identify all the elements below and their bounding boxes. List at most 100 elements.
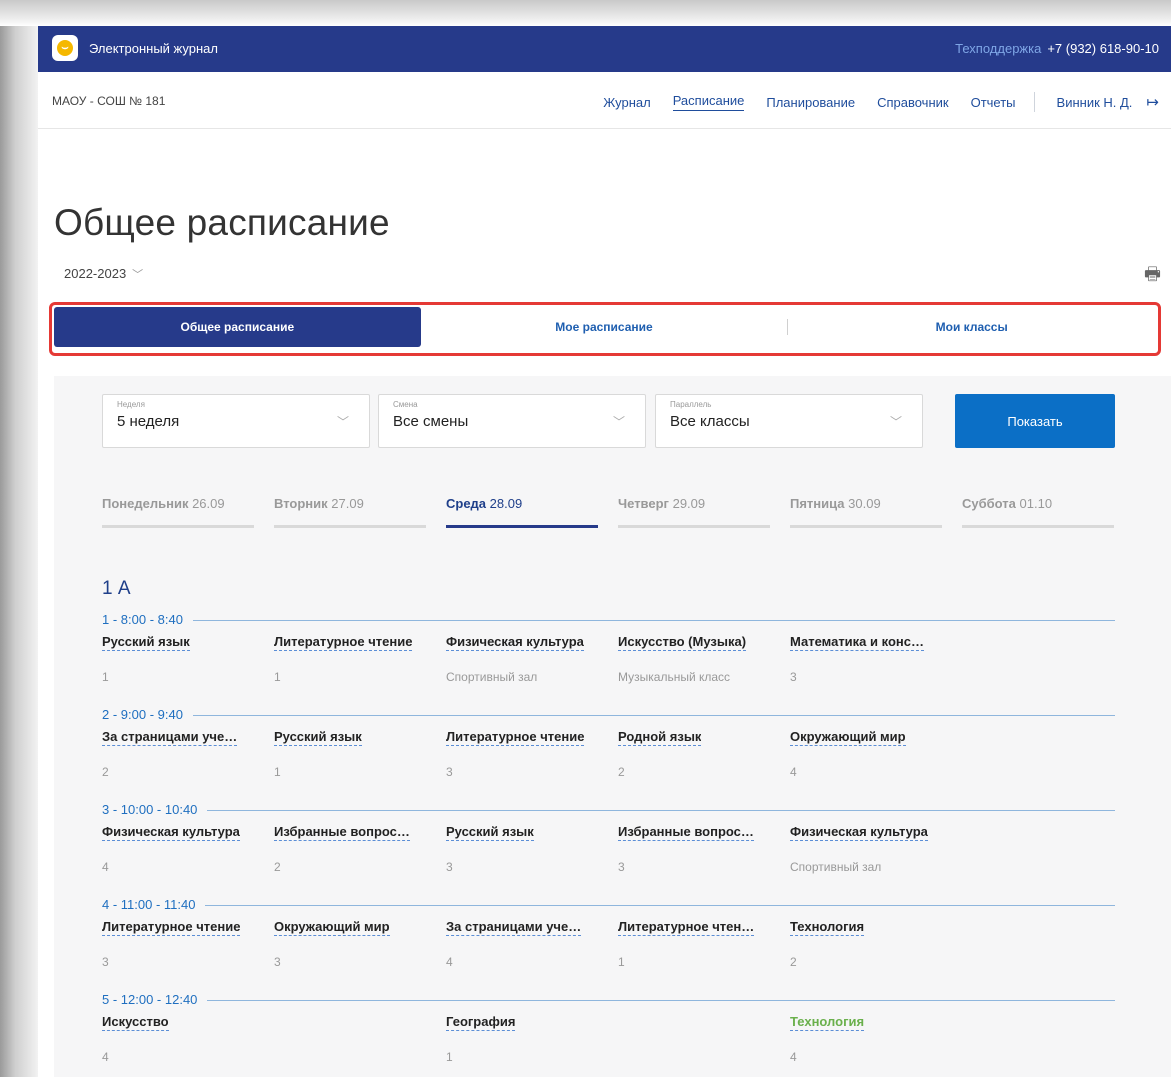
lesson-time: 5 - 12:00 - 12:40 — [102, 992, 208, 1007]
nav-link-schedule[interactable]: Расписание — [672, 93, 745, 111]
nav-link-journal[interactable]: Журнал — [603, 95, 650, 110]
room-label: 4 — [446, 955, 453, 969]
subject-link[interactable]: Технология — [790, 919, 865, 936]
app-logo[interactable]: ⌣ — [52, 35, 78, 61]
print-icon[interactable]: 🖶 — [1144, 262, 1161, 292]
lessons-list: 1 - 8:00 - 8:40 Русский язык 1 Литературное… — [102, 612, 1115, 1077]
day-tab[interactable]: Среда 28.09 — [446, 496, 598, 528]
lesson-row: 1 - 8:00 - 8:40 Русский язык 1 Литературное… — [102, 612, 1115, 707]
subject-link[interactable]: География — [446, 1014, 516, 1031]
room-label: 1 — [274, 765, 281, 779]
subject-link[interactable]: Избранные вопрос… — [274, 824, 410, 841]
parallel-select-label: Параллель — [670, 400, 712, 409]
nav-link-planning[interactable]: Планирование — [766, 95, 855, 110]
subject-link[interactable]: Русский язык — [446, 824, 534, 841]
lesson-time: 1 - 8:00 - 8:40 — [102, 612, 193, 627]
schedule-panel: Неделя 5 неделя ﹀ Смена Все смены ﹀ Пара… — [54, 376, 1171, 1077]
lesson-cell: Искусство 4 — [102, 1014, 274, 1064]
day-tab[interactable]: Пятница 30.09 — [790, 496, 942, 528]
room-label: 4 — [790, 765, 797, 779]
subject-link[interactable]: Окружающий мир — [790, 729, 906, 746]
show-button[interactable]: Показать — [955, 394, 1115, 448]
day-date: 30.09 — [848, 496, 881, 511]
lesson-cell: Родной язык 2 — [618, 729, 790, 779]
subject-link[interactable]: Физическая культура — [790, 824, 928, 841]
room-label: Спортивный зал — [446, 670, 538, 684]
week-select-value: 5 неделя — [117, 413, 180, 430]
subject-link[interactable]: Математика и конс… — [790, 634, 924, 651]
room-label: 1 — [618, 955, 625, 969]
window-shadow-left — [0, 0, 38, 1077]
year-select[interactable]: 2022-2023 ﹀ — [64, 266, 143, 282]
nav-divider — [1033, 92, 1035, 112]
lesson-divider — [102, 905, 1115, 906]
room-label: 3 — [790, 670, 797, 684]
subject-link[interactable]: Технология — [790, 1014, 865, 1031]
day-name: Понедельник — [102, 496, 189, 511]
chevron-down-icon: ﹀ — [612, 415, 625, 429]
lesson-cell: За страницами уче… 2 — [102, 729, 274, 779]
lesson-time-range: - 9:00 - 9:40 — [109, 707, 183, 722]
lesson-cell — [618, 1014, 790, 1064]
room-label: 1 — [274, 670, 281, 684]
subject-link[interactable]: Литературное чтение — [274, 634, 413, 651]
lesson-cell: Технология 4 — [790, 1014, 962, 1064]
parallel-select[interactable]: Параллель Все классы ﹀ — [655, 394, 923, 448]
lesson-cell: Физическая культура Спортивный зал — [446, 634, 618, 684]
logout-icon[interactable]: ↦ — [1146, 93, 1159, 111]
room-label: 3 — [274, 955, 281, 969]
lesson-cells: За страницами уче… 2 Русский язык 1 Литерату… — [102, 729, 962, 779]
day-name: Вторник — [274, 496, 328, 511]
lesson-time: 4 - 11:00 - 11:40 — [102, 897, 206, 912]
nav-link-directory[interactable]: Справочник — [877, 95, 949, 110]
day-tab[interactable]: Понедельник 26.09 — [102, 496, 254, 528]
subject-link[interactable]: Искусство — [102, 1014, 169, 1031]
support-link[interactable]: Техподдержка — [955, 41, 1041, 56]
lesson-time: 2 - 9:00 - 9:40 — [102, 707, 193, 722]
nav-bar: МАОУ - СОШ № 181 Журнал Расписание Плани… — [38, 72, 1171, 129]
tab-my-classes[interactable]: Мои классы — [788, 307, 1155, 347]
day-date: 28.09 — [489, 496, 523, 511]
lesson-cell: Русский язык 1 — [102, 634, 274, 684]
lesson-time-range: - 10:00 - 10:40 — [109, 802, 198, 817]
day-tab[interactable]: Четверг 29.09 — [618, 496, 770, 528]
day-tab[interactable]: Суббота 01.10 — [962, 496, 1114, 528]
shift-select-value: Все смены — [393, 413, 469, 430]
parallel-select-value: Все классы — [670, 413, 750, 430]
room-label: 2 — [102, 765, 109, 779]
lesson-cell — [274, 1014, 446, 1064]
nav-link-reports[interactable]: Отчеты — [971, 95, 1016, 110]
tab-my-schedule[interactable]: Мое расписание — [421, 307, 788, 347]
week-select-label: Неделя — [117, 400, 145, 409]
subject-link[interactable]: Окружающий мир — [274, 919, 390, 936]
main-nav: Журнал Расписание Планирование Справочни… — [581, 92, 1159, 112]
lesson-cell: Избранные вопрос… 3 — [618, 824, 790, 874]
shift-select-label: Смена — [393, 400, 418, 409]
day-tab[interactable]: Вторник 27.09 — [274, 496, 426, 528]
subject-link[interactable]: Русский язык — [102, 634, 190, 651]
lesson-time-range: - 11:00 - 11:40 — [109, 897, 196, 912]
subject-link[interactable]: Физическая культура — [446, 634, 584, 651]
user-name-link[interactable]: Винник Н. Д. — [1057, 95, 1133, 110]
subject-link[interactable]: Русский язык — [274, 729, 362, 746]
chevron-down-icon: ﹀ — [132, 269, 144, 281]
tab-general-schedule[interactable]: Общее расписание — [54, 307, 421, 347]
subject-link[interactable]: Родной язык — [618, 729, 702, 746]
subject-link[interactable]: Литературное чтение — [102, 919, 241, 936]
subject-link[interactable]: Искусство (Музыка) — [618, 634, 747, 651]
subject-link[interactable]: Физическая культура — [102, 824, 240, 841]
logo-mark-icon: ⌣ — [57, 40, 73, 56]
subject-link[interactable]: Литературное чтен… — [618, 919, 755, 936]
subject-link[interactable]: За страницами уче… — [102, 729, 238, 746]
day-name: Суббота — [962, 496, 1016, 511]
day-tabs: Понедельник 26.09 Вторник 27.09 Среда 28.0… — [102, 496, 1116, 528]
shift-select[interactable]: Смена Все смены ﹀ — [378, 394, 646, 448]
subject-link[interactable]: Избранные вопрос… — [618, 824, 754, 841]
week-select[interactable]: Неделя 5 неделя ﹀ — [102, 394, 370, 448]
subject-link[interactable]: Литературное чтение — [446, 729, 585, 746]
lesson-cell: Литературное чтение 1 — [274, 634, 446, 684]
lesson-row: 5 - 12:00 - 12:40 Искусство 4 География 1 Тех… — [102, 992, 1115, 1077]
subject-link[interactable]: За страницами уче… — [446, 919, 582, 936]
lesson-cell: Литературное чтение 3 — [102, 919, 274, 969]
support-info: Техподдержка +7 (932) 618-90-10 — [955, 41, 1159, 56]
